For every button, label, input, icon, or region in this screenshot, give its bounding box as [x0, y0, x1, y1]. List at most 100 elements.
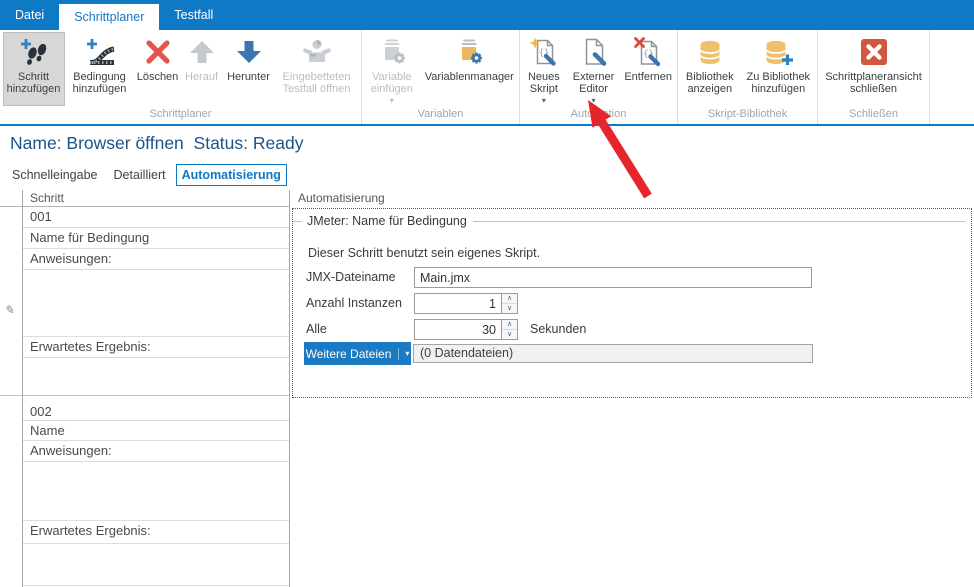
row-indicator-gutter: ✎ [0, 190, 22, 587]
step-002-instructions-label-cell[interactable]: Anweisungen: [23, 441, 289, 462]
arrow-up-icon [186, 36, 218, 68]
steps-column-header: Schritt [23, 190, 289, 207]
add-step-button[interactable]: Schritt hinzufügen [3, 32, 65, 106]
open-embedded-testcase-label: Eingebetteten Testfall öffnen [276, 71, 358, 95]
data-files-field: (0 Datendateien) [413, 344, 813, 363]
arrow-down-icon [233, 36, 265, 68]
own-script-note: Dieser Schritt benutzt sein eigenes Skri… [308, 246, 540, 260]
steps-table: Schritt 001 Name für Bedingung Anweisung… [22, 190, 290, 587]
variable-box-icon [376, 36, 408, 68]
ribbon-group-skript-bibliothek: Bibliothek anzeigen Zu Bibliothek hinzuf… [678, 30, 818, 124]
variable-manager-label: Variablenmanager [425, 71, 514, 83]
database-add-icon [762, 36, 794, 68]
step-001-instructions-value-cell[interactable] [23, 270, 289, 337]
variable-manager-icon [453, 36, 485, 68]
add-condition-button[interactable]: Bedingung hinzufügen [65, 32, 135, 106]
jmx-filename-input[interactable] [414, 267, 812, 288]
delete-label: Löschen [137, 71, 179, 83]
interval-spin-up-icon[interactable]: ∧ [502, 320, 517, 329]
add-to-library-button[interactable]: Zu Bibliothek hinzufügen [741, 32, 816, 106]
instance-count-input[interactable] [415, 294, 501, 313]
move-up-button: Herauf [181, 32, 223, 106]
window-tab-testfall[interactable]: Testfall [159, 0, 228, 30]
new-script-button[interactable]: {} Neues Skript ▾ [521, 32, 567, 106]
new-script-icon: {} [528, 36, 560, 68]
group-label-schrittplaner: Schrittplaner [0, 107, 361, 124]
close-stepplanner-view-button[interactable]: Schrittplaneransicht schließen [819, 32, 928, 106]
tab-detailliert[interactable]: Detailliert [108, 164, 172, 186]
external-editor-dropdown-icon: ▾ [592, 97, 596, 105]
ribbon-group-variablen: Variable einfügen ▾ Variablenmanager [362, 30, 520, 124]
row-edit-pencil-icon: ✎ [4, 303, 14, 317]
close-red-icon [858, 36, 890, 68]
external-editor-button[interactable]: Externer Editor ▾ [567, 32, 621, 106]
step-002-number-cell[interactable]: 002 [23, 402, 289, 421]
close-stepplanner-view-label: Schrittplaneransicht schließen [820, 71, 927, 95]
page-title: Name: Browser öffnen Status: Ready [10, 133, 303, 154]
automation-column-header: Automatisierung [292, 190, 974, 207]
delete-button[interactable]: Löschen [135, 32, 181, 106]
step-001-instructions-label-cell[interactable]: Anweisungen: [23, 249, 289, 270]
jmeter-groupbox-header: JMeter: Name für Bedingung [293, 214, 965, 228]
view-tab-bar: Schnelleingabe Detailliert Automatisieru… [6, 164, 287, 186]
ribbon-group-schrittplaner: Schritt hinzufügen Bedingung hinzufügen [0, 30, 362, 124]
show-library-label: Bibliothek anzeigen [680, 71, 740, 95]
step-001-expected-value-cell[interactable] [23, 358, 289, 396]
step-001-name-cell[interactable]: Name für Bedingung [23, 228, 289, 249]
insert-variable-label: Variable einfügen [364, 71, 420, 95]
window-tab-bar: Datei Schrittplaner Testfall [0, 0, 974, 30]
group-label-variablen: Variablen [362, 107, 519, 124]
junction-add-icon [84, 36, 116, 68]
remove-script-icon: {} [632, 36, 664, 68]
ribbon: Schritt hinzufügen Bedingung hinzufügen [0, 30, 974, 126]
interval-label: Alle [306, 322, 327, 336]
instance-count-label: Anzahl Instanzen [306, 296, 402, 310]
interval-input[interactable] [415, 320, 501, 339]
insert-variable-button: Variable einfügen ▾ [363, 32, 421, 106]
interval-spin-down-icon[interactable]: ∨ [502, 329, 517, 339]
delete-x-icon [142, 36, 174, 68]
step-002-expected-value-cell[interactable] [23, 544, 289, 586]
instance-count-stepper[interactable]: ∧ ∨ [414, 293, 518, 314]
step-002-expected-label-cell[interactable]: Erwartetes Ergebnis: [23, 521, 289, 544]
group-label-automation: Automation [520, 107, 677, 124]
new-script-dropdown-icon: ▾ [542, 97, 546, 105]
footprints-add-icon [18, 36, 50, 68]
tab-schnelleingabe[interactable]: Schnelleingabe [6, 164, 104, 186]
ribbon-group-automation: {} Neues Skript ▾ Externer Editor ▾ [520, 30, 678, 124]
new-script-label: Neues Skript [522, 71, 566, 95]
step-002-name-cell[interactable]: Name [23, 421, 289, 441]
show-library-button[interactable]: Bibliothek anzeigen [679, 32, 741, 106]
window-tab-datei[interactable]: Datei [0, 0, 59, 30]
status-label: Status: Ready [194, 133, 304, 153]
add-condition-label: Bedingung hinzufügen [66, 71, 134, 95]
window-tab-schrittplaner[interactable]: Schrittplaner [59, 4, 159, 30]
variable-manager-button[interactable]: Variablenmanager [421, 32, 518, 106]
group-label-schliessen: Schließen [818, 107, 929, 124]
move-up-label: Herauf [185, 71, 218, 83]
step-002-instructions-value-cell[interactable] [23, 462, 289, 521]
move-down-button[interactable]: Herunter [223, 32, 275, 106]
instance-count-spin-down-icon[interactable]: ∨ [502, 303, 517, 313]
interval-suffix-label: Sekunden [530, 322, 586, 336]
automation-cell-step-001[interactable]: JMeter: Name für Bedingung Dieser Schrit… [292, 208, 972, 398]
external-editor-icon [578, 36, 610, 68]
more-files-button[interactable]: Weitere Dateien ▾ [304, 342, 411, 365]
step-001-expected-label-cell[interactable]: Erwartetes Ergebnis: [23, 337, 289, 358]
open-embedded-testcase-button: Eingebetteten Testfall öffnen [275, 32, 359, 106]
jmeter-groupbox-title: JMeter: Name für Bedingung [307, 214, 467, 228]
ribbon-group-schliessen: Schrittplaneransicht schließen Schließen [818, 30, 930, 124]
external-editor-label: Externer Editor [568, 71, 620, 95]
interval-stepper[interactable]: ∧ ∨ [414, 319, 518, 340]
add-step-label: Schritt hinzufügen [4, 71, 64, 95]
instance-count-spin-up-icon[interactable]: ∧ [502, 294, 517, 303]
step-001-number-cell[interactable]: 001 [23, 207, 289, 228]
automation-panel: Automatisierung JMeter: Name für Bedingu… [292, 190, 974, 587]
jmx-filename-label: JMX-Dateiname [306, 270, 396, 284]
more-files-dropdown-icon: ▾ [398, 348, 409, 360]
remove-script-button[interactable]: {} Entfernen [620, 32, 676, 106]
database-icon [694, 36, 726, 68]
group-label-skript-bibliothek: Skript-Bibliothek [678, 107, 817, 124]
insert-variable-dropdown-icon: ▾ [390, 97, 394, 105]
tab-automatisierung[interactable]: Automatisierung [176, 164, 287, 186]
